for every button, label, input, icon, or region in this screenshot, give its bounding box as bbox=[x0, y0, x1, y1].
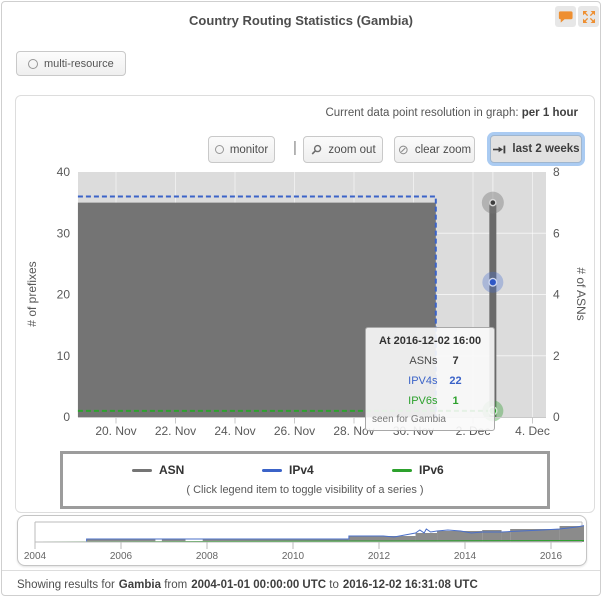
tooltip-label-asns: ASNs bbox=[396, 355, 438, 367]
ipv6-swatch bbox=[392, 469, 412, 472]
y-right-tick-label: 0 bbox=[553, 410, 560, 424]
monitor-button[interactable]: monitor bbox=[208, 136, 275, 163]
fullscreen-button[interactable] bbox=[578, 6, 599, 27]
legend-hint: ( Click legend item to toggle visibility… bbox=[63, 484, 547, 496]
y-right-tick-label: 2 bbox=[553, 349, 560, 363]
tooltip-title: At 2016-12-02 16:00 bbox=[372, 335, 488, 347]
asn-legend-label: ASN bbox=[159, 463, 184, 477]
status-resource: Gambia bbox=[119, 579, 161, 591]
clear-zoom-label: clear zoom bbox=[415, 144, 471, 156]
y-left-tick-label: 20 bbox=[57, 288, 71, 302]
y-right-axis-title: # of ASNs bbox=[574, 267, 588, 320]
multi-resource-button[interactable]: multi-resource bbox=[16, 51, 126, 76]
ipv6-legend-label: IPv6 bbox=[419, 463, 444, 477]
chart-tooltip: At 2016-12-02 16:00 ASNs 7 IPV4s 22 IPV6… bbox=[365, 327, 495, 431]
x-tick-label: 22. Nov bbox=[155, 424, 196, 438]
legend-item-asn[interactable]: ASN bbox=[110, 463, 240, 477]
legend-row: ASN IPv4 IPv6 bbox=[63, 463, 547, 477]
status-from-value: 2004-01-01 00:00:00 UTC bbox=[191, 579, 326, 591]
x-tick-label: 20. Nov bbox=[95, 424, 136, 438]
ipv4-marker[interactable] bbox=[489, 278, 497, 286]
ipv4-legend-label: IPv4 bbox=[289, 463, 314, 477]
y-left-tick-label: 40 bbox=[57, 165, 71, 179]
legend-item-ipv4[interactable]: IPv4 bbox=[240, 463, 370, 477]
main-chart: 20. Nov22. Nov24. Nov26. Nov28. Nov30. N… bbox=[16, 164, 594, 464]
tooltip-row-asn: ASNs 7 bbox=[372, 355, 488, 367]
legend-item-ipv6[interactable]: IPv6 bbox=[370, 463, 500, 477]
y-left-tick-label: 30 bbox=[57, 226, 71, 240]
y-right-tick-label: 4 bbox=[553, 288, 560, 302]
zoom-out-label: zoom out bbox=[328, 144, 375, 156]
nav-year-label: 2014 bbox=[454, 551, 477, 562]
nav-year-label: 2010 bbox=[282, 551, 305, 562]
monitor-label: monitor bbox=[230, 144, 268, 156]
nav-year-label: 2008 bbox=[196, 551, 219, 562]
status-from-label: from bbox=[164, 579, 187, 591]
resolution-label: Current data point resolution in graph: bbox=[325, 107, 518, 119]
comment-button[interactable] bbox=[555, 6, 576, 27]
monitor-icon bbox=[215, 145, 224, 154]
asn-marker[interactable] bbox=[490, 200, 496, 206]
page-title: Country Routing Statistics (Gambia) bbox=[2, 13, 600, 28]
x-tick-label: 4. Dec bbox=[515, 424, 550, 438]
arrow-to-bar-icon bbox=[492, 144, 506, 155]
y-right-tick-label: 6 bbox=[553, 226, 560, 240]
zoom-out-button[interactable]: zoom out bbox=[303, 136, 383, 163]
multi-resource-label: multi-resource bbox=[44, 58, 114, 70]
y-right-tick-label: 8 bbox=[553, 165, 560, 179]
chart-panel: Current data point resolution in graph: … bbox=[15, 95, 595, 513]
y-left-tick-label: 0 bbox=[63, 410, 70, 424]
tooltip-footer: seen for Gambia bbox=[372, 414, 488, 425]
toolbar-divider: | bbox=[293, 139, 297, 156]
asn-swatch bbox=[132, 469, 152, 472]
ipv4-swatch bbox=[262, 469, 282, 472]
status-prefix: Showing results for bbox=[17, 579, 115, 591]
y-left-axis-title: # of prefixes bbox=[25, 261, 39, 326]
status-to-value: 2016-12-02 16:31:08 UTC bbox=[343, 579, 478, 591]
legend-box: ASN IPv4 IPv6 ( Click legend item to tog… bbox=[60, 451, 550, 509]
navigator-box[interactable]: 2004 2006 2008 2010 2012 2014 2016 bbox=[17, 515, 587, 566]
y-left-tick-label: 10 bbox=[57, 349, 71, 363]
magnifier-icon bbox=[310, 144, 322, 156]
tooltip-label-ipv4s: IPV4s bbox=[396, 375, 438, 387]
x-tick-label: 26. Nov bbox=[274, 424, 315, 438]
nav-year-label: 2012 bbox=[368, 551, 391, 562]
tooltip-row-ipv4: IPV4s 22 bbox=[372, 375, 488, 387]
status-to-label: to bbox=[329, 579, 339, 591]
x-tick-label: 24. Nov bbox=[214, 424, 255, 438]
last-2-weeks-label: last 2 weeks bbox=[512, 143, 579, 155]
navigator-chart[interactable]: 2004 2006 2008 2010 2012 2014 2016 bbox=[18, 516, 584, 563]
nav-year-label: 2016 bbox=[540, 551, 563, 562]
resolution-value: per 1 hour bbox=[522, 107, 578, 119]
nav-year-label: 2004 bbox=[24, 551, 47, 562]
tooltip-label-ipv6s: IPV6s bbox=[396, 395, 438, 407]
nav-year-label: 2006 bbox=[110, 551, 133, 562]
status-bar: Showing results for Gambia from 2004-01-01… bbox=[2, 570, 600, 591]
slash-circle-icon: ⊘ bbox=[398, 143, 409, 156]
tooltip-value-asns: 7 bbox=[447, 355, 465, 367]
expand-arrows-icon bbox=[581, 9, 597, 25]
speech-bubble-icon bbox=[557, 8, 574, 25]
resolution-text: Current data point resolution in graph: … bbox=[325, 107, 578, 119]
tooltip-value-ipv4s: 22 bbox=[447, 375, 465, 387]
resource-circle-icon bbox=[28, 59, 38, 69]
last-2-weeks-button[interactable]: last 2 weeks bbox=[490, 135, 582, 163]
clear-zoom-button[interactable]: ⊘ clear zoom bbox=[394, 136, 475, 163]
country-routing-widget: Country Routing Statistics (Gambia) mult… bbox=[1, 1, 601, 596]
tooltip-row-ipv6: IPV6s 1 bbox=[372, 395, 488, 407]
tooltip-value-ipv6s: 1 bbox=[447, 395, 465, 407]
